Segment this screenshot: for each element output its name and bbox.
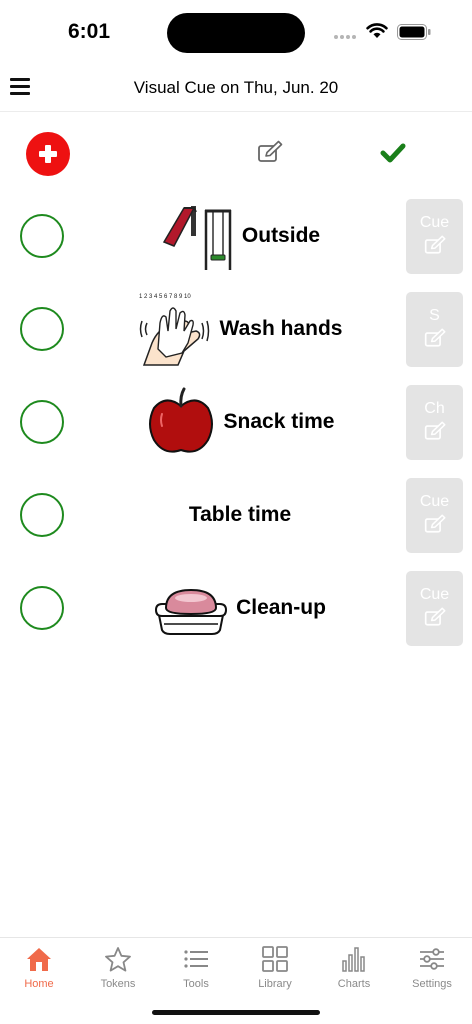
task-label: Clean-up <box>236 596 326 619</box>
cue-text: Cue <box>419 214 450 231</box>
task-row: 1 2 3 4 5 6 7 8 9 10 Wash hands S <box>0 290 472 368</box>
tab-label: Home <box>24 978 54 990</box>
task-complete-toggle[interactable] <box>20 586 64 630</box>
tab-label: Tokens <box>100 978 136 990</box>
task-content[interactable]: Clean-up <box>95 569 385 647</box>
dynamic-island <box>167 13 305 53</box>
edit-icon <box>424 235 445 254</box>
cue-text: S <box>429 307 440 324</box>
status-time: 6:01 <box>68 20 111 43</box>
tab-tokens[interactable]: Tokens <box>79 944 157 998</box>
task-complete-toggle[interactable] <box>20 307 64 351</box>
cue-card[interactable]: Cue <box>406 199 463 274</box>
app-header: Visual Cue on Thu, Jun. 20 <box>0 64 472 112</box>
bar-chart-icon <box>342 947 365 972</box>
tab-label: Charts <box>337 978 371 990</box>
task-label: Wash hands <box>219 317 343 340</box>
page-title: Visual Cue on Thu, Jun. 20 <box>133 78 339 97</box>
tab-library[interactable]: Library <box>236 944 314 998</box>
cue-card[interactable]: S <box>406 292 463 367</box>
star-icon <box>105 947 131 972</box>
cue-text: Ch <box>424 400 445 417</box>
cue-text: Cue <box>419 586 450 603</box>
sliders-icon <box>420 948 444 970</box>
cue-card[interactable]: Cue <box>406 478 463 553</box>
add-task-button[interactable] <box>26 132 70 176</box>
wash-hands-icon: 1 2 3 4 5 6 7 8 9 10 <box>139 294 209 366</box>
edit-icon <box>424 514 445 533</box>
playground-icon <box>162 206 232 270</box>
edit-icon <box>424 328 445 347</box>
task-complete-toggle[interactable] <box>20 214 64 258</box>
tab-label: Library <box>258 978 292 990</box>
wifi-icon <box>366 23 388 38</box>
task-complete-toggle[interactable] <box>20 400 64 444</box>
edit-icon <box>424 607 445 626</box>
task-label: Outside <box>241 224 321 247</box>
action-row <box>0 128 472 180</box>
count-numbers: 1 2 3 4 5 6 7 8 9 10 <box>139 294 191 300</box>
status-bar: 6:01 <box>0 0 472 64</box>
tab-label: Tools <box>183 978 209 990</box>
cue-text: Cue <box>419 493 450 510</box>
home-icon <box>27 948 51 971</box>
soap-icon <box>155 588 228 635</box>
task-complete-toggle[interactable] <box>20 493 64 537</box>
task-label: Snack time <box>223 410 335 433</box>
tab-tools[interactable]: Tools <box>157 944 235 998</box>
list-icon <box>184 950 208 968</box>
edit-schedule-button[interactable] <box>256 140 284 166</box>
complete-check-button[interactable] <box>380 140 406 166</box>
battery-icon <box>397 24 431 40</box>
cue-card[interactable]: Cue <box>406 571 463 646</box>
home-indicator <box>152 1010 320 1015</box>
task-content[interactable]: Outside <box>95 197 385 275</box>
task-label: Table time <box>188 503 292 526</box>
tab-settings[interactable]: Settings <box>393 944 471 998</box>
plus-icon <box>39 145 57 163</box>
task-row: Snack time Ch <box>0 383 472 461</box>
task-row: Table time Cue <box>0 476 472 554</box>
task-content[interactable]: 1 2 3 4 5 6 7 8 9 10 Wash hands <box>95 290 385 368</box>
tab-label: Settings <box>412 978 452 990</box>
tab-charts[interactable]: Charts <box>315 944 393 998</box>
task-row: Clean-up Cue <box>0 569 472 647</box>
tab-home[interactable]: Home <box>0 944 78 998</box>
cellular-signal-icon <box>334 35 356 39</box>
task-row: Outside Cue <box>0 197 472 275</box>
apple-icon <box>148 387 213 453</box>
grid-icon <box>262 946 288 972</box>
task-content[interactable]: Table time <box>95 476 385 554</box>
edit-icon <box>424 421 445 440</box>
task-content[interactable]: Snack time <box>95 383 385 461</box>
cue-card[interactable]: Ch <box>406 385 463 460</box>
